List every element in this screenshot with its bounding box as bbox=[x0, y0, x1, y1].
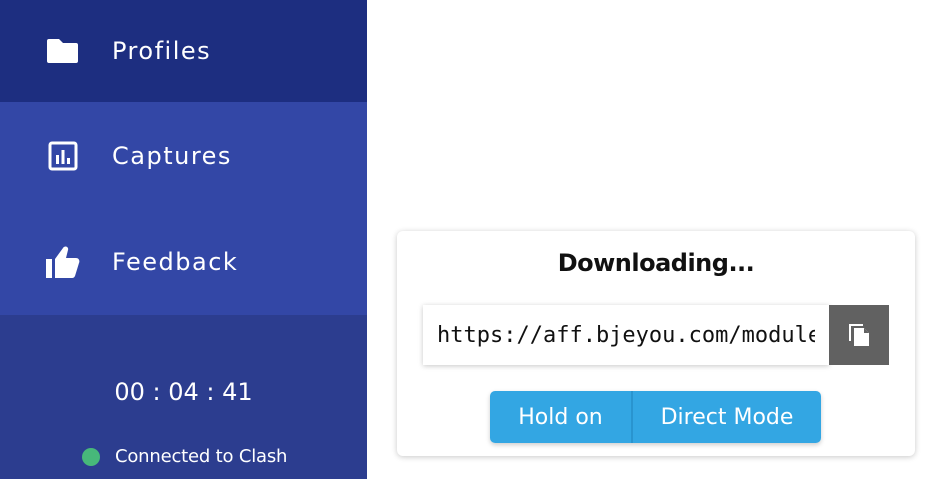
hold-on-button[interactable]: Hold on bbox=[490, 391, 633, 443]
status-text: Connected to Clash bbox=[115, 446, 288, 467]
sidebar-item-profiles[interactable]: Profiles bbox=[0, 0, 367, 102]
subscription-url-field[interactable] bbox=[423, 305, 829, 365]
sidebar-item-label: Profiles bbox=[112, 37, 212, 65]
bar-chart-icon bbox=[45, 138, 81, 174]
sidebar-item-label: Captures bbox=[112, 141, 232, 170]
dialog-title: Downloading... bbox=[557, 249, 755, 277]
sidebar-item-label: Feedback bbox=[112, 248, 239, 276]
sidebar-item-feedback[interactable]: Feedback bbox=[0, 209, 367, 315]
thumbs-up-icon bbox=[45, 244, 81, 280]
sidebar-item-captures[interactable]: Captures bbox=[0, 102, 367, 209]
direct-mode-button[interactable]: Direct Mode bbox=[633, 391, 821, 443]
action-button-group: Hold on Direct Mode bbox=[490, 391, 821, 443]
traffic-timer: 00 : 04 : 41 bbox=[114, 378, 253, 406]
download-dialog: Downloading... Hold on Direct Mode bbox=[397, 231, 915, 456]
sidebar: Profiles Captures Feedback 00: 04: 41 … bbox=[0, 0, 367, 479]
status-indicator-dot bbox=[82, 447, 100, 466]
app-window: Profiles Captures Feedback 00: 04: 41 … bbox=[0, 0, 935, 479]
folder-icon bbox=[45, 33, 81, 69]
connection-status: Connected to Clash bbox=[82, 446, 287, 467]
copy-icon bbox=[846, 319, 872, 352]
copy-url-button[interactable] bbox=[829, 305, 889, 365]
